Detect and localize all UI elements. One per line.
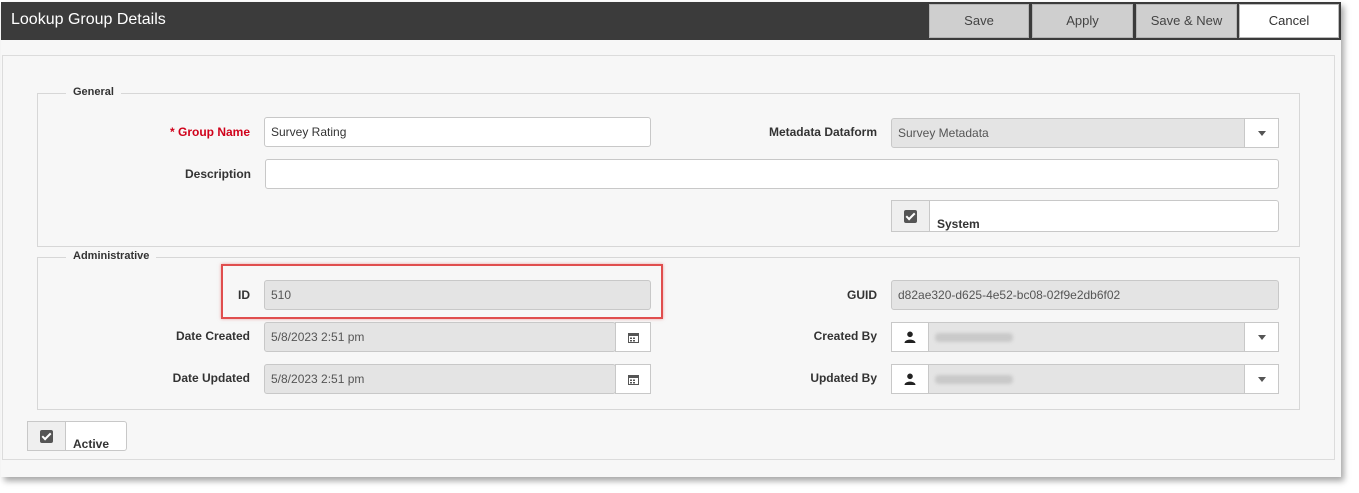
system-checkbox[interactable]	[891, 200, 930, 232]
save-new-button[interactable]: Save & New	[1136, 4, 1237, 38]
calendar-icon	[627, 374, 639, 385]
updated-by-user-button	[891, 364, 929, 394]
checkbox-checked-icon	[40, 429, 53, 443]
chevron-down-icon	[1257, 334, 1266, 340]
created-by-dropdown-button[interactable]	[1244, 322, 1279, 352]
description-input[interactable]	[265, 159, 1279, 189]
user-icon	[904, 331, 916, 343]
created-by-field	[928, 322, 1246, 352]
system-label: System	[937, 217, 980, 231]
metadata-dropdown-button[interactable]	[1244, 118, 1279, 148]
cancel-button[interactable]: Cancel	[1239, 4, 1339, 38]
system-checkbox-box[interactable]: System	[929, 200, 1279, 232]
updated-by-label: Updated By	[810, 371, 877, 385]
date-created-calendar-button[interactable]	[615, 322, 651, 352]
group-name-input[interactable]: Survey Rating	[264, 117, 651, 147]
id-label: ID	[238, 288, 250, 302]
date-updated-field: 5/8/2023 2:51 pm	[264, 364, 616, 394]
apply-button[interactable]: Apply	[1032, 4, 1133, 38]
guid-label: GUID	[847, 288, 877, 302]
description-label: Description	[184, 167, 251, 181]
user-icon	[904, 373, 916, 385]
general-legend: General	[66, 86, 121, 98]
redacted-name	[935, 333, 1013, 343]
guid-field: d82ae320-d625-4e52-bc08-02f9e2db6f02	[891, 280, 1279, 310]
updated-by-dropdown-button[interactable]	[1244, 364, 1279, 394]
date-updated-label: Date Updated	[172, 371, 250, 385]
created-by-label: Created By	[813, 329, 877, 343]
date-updated-calendar-button[interactable]	[615, 364, 651, 394]
created-by-user-button	[891, 322, 929, 352]
metadata-dataform-label: Metadata Dataform	[768, 125, 877, 139]
administrative-legend: Administrative	[66, 250, 157, 262]
group-name-label: * Group Name	[169, 125, 250, 139]
redacted-name	[935, 375, 1013, 385]
active-label: Active	[73, 437, 110, 451]
active-checkbox-box[interactable]: Active	[65, 421, 127, 451]
chevron-down-icon	[1257, 376, 1266, 382]
chevron-down-icon	[1257, 130, 1266, 136]
date-created-label: Date Created	[175, 329, 250, 343]
calendar-icon	[627, 332, 639, 343]
title-bar: Lookup Group Details Save Apply Save & N…	[1, 2, 1341, 40]
save-button[interactable]: Save	[929, 4, 1029, 38]
date-created-field: 5/8/2023 2:51 pm	[264, 322, 616, 352]
metadata-dataform-select[interactable]: Survey Metadata	[891, 118, 1247, 148]
id-highlight-box	[221, 264, 663, 319]
active-checkbox[interactable]	[27, 421, 66, 451]
checkbox-checked-icon	[904, 209, 917, 223]
updated-by-field	[928, 364, 1246, 394]
window-title: Lookup Group Details	[11, 11, 166, 28]
